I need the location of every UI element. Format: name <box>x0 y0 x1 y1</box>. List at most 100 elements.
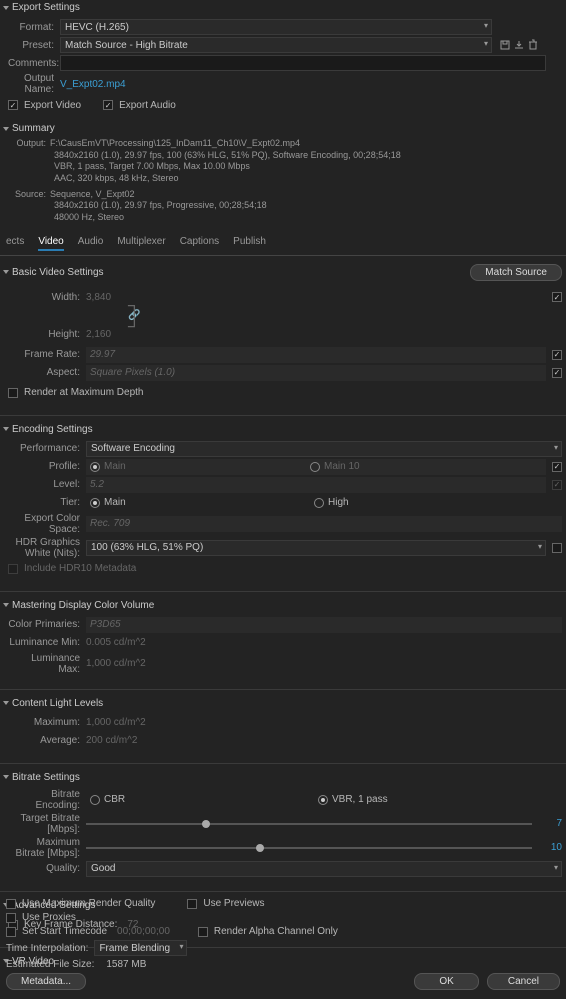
max-quality-checkbox[interactable] <box>6 899 16 909</box>
profile-match-checkbox[interactable] <box>552 462 562 472</box>
export-video-label: Export Video <box>24 100 81 111</box>
color-space-value: Rec. 709 <box>86 516 562 532</box>
color-space-label: Export Color Space: <box>8 513 86 535</box>
target-bitrate-value[interactable]: 7 <box>538 818 562 829</box>
proxies-checkbox[interactable] <box>6 913 16 923</box>
tier-label: Tier: <box>8 497 86 508</box>
include-hdr10-label: Include HDR10 Metadata <box>24 563 136 574</box>
summary-output-audio: AAC, 320 kbps, 48 kHz, Stereo <box>8 173 562 185</box>
cancel-button[interactable]: Cancel <box>487 973 560 990</box>
disclosure-icon[interactable] <box>3 775 9 779</box>
encoding-header: Encoding Settings <box>0 422 566 437</box>
preset-label: Preset: <box>8 40 60 51</box>
bitrate-header: Bitrate Settings <box>0 770 566 785</box>
hdr-white-label: HDR Graphics White (Nits): <box>8 537 86 559</box>
tab-bar: ects Video Audio Multiplexer Captions Pu… <box>0 230 566 256</box>
time-interp-label: Time Interpolation: <box>6 943 88 954</box>
performance-label: Performance: <box>8 443 86 454</box>
bitrate-encoding-label: Bitrate Encoding: <box>8 789 86 811</box>
tab-captions[interactable]: Captions <box>180 234 219 251</box>
disclosure-icon[interactable] <box>3 603 9 607</box>
tab-audio[interactable]: Audio <box>78 234 104 251</box>
target-bitrate-slider[interactable] <box>86 823 532 825</box>
frame-rate-value: 29.97 <box>86 347 546 363</box>
include-hdr10-checkbox <box>8 564 18 574</box>
previews-checkbox[interactable] <box>187 899 197 909</box>
vbr1-radio[interactable] <box>318 795 328 805</box>
export-video-checkbox[interactable] <box>8 100 18 110</box>
timecode-value: 00;00;00;00 <box>117 926 170 937</box>
content-light-title: Content Light Levels <box>12 698 103 709</box>
disclosure-icon[interactable] <box>3 127 9 131</box>
est-size-value: 1587 MB <box>106 959 146 970</box>
primaries-value: P3D65 <box>86 617 562 633</box>
height-value[interactable]: 2,160 <box>86 329 126 340</box>
summary-header: Summary <box>0 121 566 136</box>
summary-output-path: F:\CausEmVT\Processing\125_InDam11_Ch10\… <box>50 138 300 148</box>
hdr-white-dropdown[interactable]: 100 (63% HLG, 51% PQ) <box>86 540 546 556</box>
performance-dropdown[interactable]: Software Encoding <box>86 441 562 457</box>
width-label: Width: <box>8 292 86 303</box>
match-source-button[interactable]: Match Source <box>470 264 562 281</box>
lum-min-label: Luminance Min: <box>8 637 86 648</box>
tier-high-label: High <box>328 497 349 508</box>
frame-rate-match-checkbox[interactable] <box>552 350 562 360</box>
encoding-title: Encoding Settings <box>12 424 93 435</box>
tab-multiplexer[interactable]: Multiplexer <box>117 234 165 251</box>
timecode-checkbox[interactable] <box>6 927 16 937</box>
output-name-link[interactable]: V_Expt02.mp4 <box>60 79 126 90</box>
content-light-header: Content Light Levels <box>0 696 566 711</box>
save-preset-icon[interactable] <box>498 38 512 52</box>
cll-max-label: Maximum: <box>8 717 86 728</box>
format-label: Format: <box>8 22 60 33</box>
comments-input[interactable] <box>60 55 546 71</box>
summary-output-bitrate: VBR, 1 pass, Target 7.00 Mbps, Max 10.00… <box>8 161 562 173</box>
lum-min-value: 0.005 cd/m^2 <box>86 637 146 648</box>
tab-video[interactable]: Video <box>38 234 63 251</box>
render-max-depth-checkbox[interactable] <box>8 388 18 398</box>
disclosure-icon[interactable] <box>3 427 9 431</box>
summary-source-detail: 3840x2160 (1.0), 29.97 fps, Progressive,… <box>8 200 562 212</box>
export-audio-checkbox[interactable] <box>103 100 113 110</box>
import-preset-icon[interactable] <box>512 38 526 52</box>
alpha-label: Render Alpha Channel Only <box>214 926 338 937</box>
basic-video-header: Basic Video Settings Match Source <box>0 262 566 283</box>
disclosure-icon[interactable] <box>3 270 9 274</box>
level-match-checkbox <box>552 480 562 490</box>
footer: Use Maximum Render Quality Use Previews … <box>0 879 566 999</box>
ok-button[interactable]: OK <box>414 973 478 990</box>
level-label: Level: <box>8 479 86 490</box>
aspect-match-checkbox[interactable] <box>552 368 562 378</box>
width-value[interactable]: 3,840 <box>86 292 126 303</box>
tab-effects[interactable]: ects <box>6 234 24 251</box>
tier-main-radio[interactable] <box>90 498 100 508</box>
summary-source-label: Source: <box>8 189 50 201</box>
output-name-label: Output Name: <box>8 73 60 95</box>
max-bitrate-slider[interactable] <box>86 847 532 849</box>
delete-preset-icon[interactable] <box>526 38 540 52</box>
frame-rate-label: Frame Rate: <box>8 349 86 360</box>
cll-max-value: 1,000 cd/m^2 <box>86 717 146 728</box>
profile-label: Profile: <box>8 461 86 472</box>
render-max-depth-label: Render at Maximum Depth <box>24 387 144 398</box>
export-settings-title: Export Settings <box>12 2 80 13</box>
time-interp-dropdown[interactable]: Frame Blending <box>94 940 187 956</box>
profile-main-label: Main <box>104 461 126 472</box>
dimensions-match-checkbox[interactable] <box>552 292 562 302</box>
disclosure-icon[interactable] <box>3 6 9 10</box>
summary-output-detail: 3840x2160 (1.0), 29.97 fps, 100 (63% HLG… <box>8 150 562 162</box>
tier-high-radio[interactable] <box>314 498 324 508</box>
aspect-label: Aspect: <box>8 367 86 378</box>
max-bitrate-value[interactable]: 10 <box>538 842 562 853</box>
cbr-radio[interactable] <box>90 795 100 805</box>
disclosure-icon[interactable] <box>3 701 9 705</box>
quality-dropdown[interactable]: Good <box>86 861 562 877</box>
tab-publish[interactable]: Publish <box>233 234 266 251</box>
hdr-white-match-checkbox[interactable] <box>552 543 562 553</box>
proxies-label: Use Proxies <box>22 912 76 923</box>
preset-dropdown[interactable]: Match Source - High Bitrate <box>60 37 492 53</box>
alpha-checkbox[interactable] <box>198 927 208 937</box>
metadata-button[interactable]: Metadata... <box>6 973 86 990</box>
max-quality-label: Use Maximum Render Quality <box>22 898 155 909</box>
format-dropdown[interactable]: HEVC (H.265) <box>60 19 492 35</box>
